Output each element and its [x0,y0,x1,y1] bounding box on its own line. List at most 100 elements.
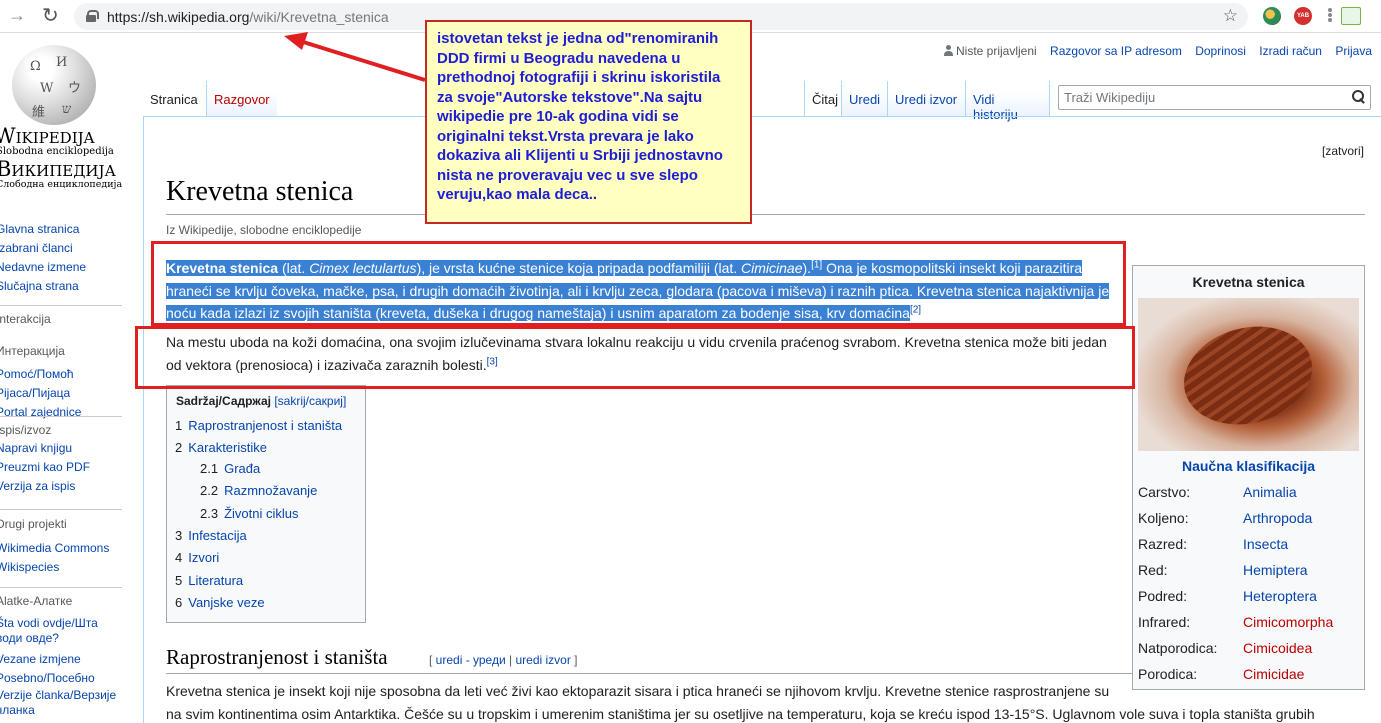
sidebar-heading-print: Ispis/izvoz [0,423,52,437]
toc-item[interactable]: 2.2 Razmnožavanje [200,483,317,498]
sidebar-tools: Alatke-Алатке Šta vodi ovdje/Шта води ов… [0,593,116,718]
taxon-redlink[interactable]: Cimicidae [1243,666,1304,682]
section-edit-source-link[interactable]: uredi izvor [515,653,570,667]
sidebar-divider [0,509,122,510]
sidebar-item-village-pump[interactable]: Pijaca/Пијаца [0,384,81,403]
url-text: https://sh.wikipedia.org/wiki/Krevetna_s… [107,9,389,25]
tab-article[interactable]: Stranica [143,81,206,117]
taxon-link[interactable]: Arthropoda [1243,510,1312,526]
sidebar-item-main-page[interactable]: Glavna stranica [0,220,86,239]
tab-history[interactable]: Vidi historiju [965,81,1050,122]
toc-item[interactable]: 2.3 Životni ciklus [200,506,299,521]
site-tagline: Iz Wikipedije, slobodne enciklopedije [166,223,362,237]
title-divider [166,214,1365,215]
toc-item[interactable]: 6 Vanjske veze [175,595,265,610]
sidebar-item-page-info-cont[interactable]: чланка [0,703,116,718]
menu-kebab-icon[interactable] [1326,7,1334,23]
page-title: Krevetna stenica [166,176,354,207]
section-edit-links: [ uredi - уреди | uredi izvor ] [429,653,578,667]
sidebar-heading-projects: Drugi projekti [0,517,67,531]
sidebar-item-pdf[interactable]: Preuzmi kao PDF [0,458,90,477]
table-of-contents: Sadržaj/Садржај [sakrij/сакриј] 1 Raprost… [166,385,366,623]
tab-edit-source-label: Uredi izvor [895,92,958,107]
tab-read[interactable]: Čitaj [804,81,841,117]
sidebar-divider [0,587,122,588]
taxon-link[interactable]: Animalia [1243,484,1297,500]
sidebar-item-community-portal[interactable]: Portal zajednice [0,403,81,422]
logo-wordmark-latin: Wikipedija [0,124,95,148]
sidebar-heading-interaction: Interakcija - Интеракција [0,312,65,358]
extension-yab-icon[interactable]: YAB [1294,7,1312,25]
tab-edit-label: Uredi [849,92,881,107]
taxobox-title: Krevetna stenica [1192,274,1305,290]
tab-talk-label: Razgovor [214,92,270,107]
notice-close[interactable]: [zatvori] [1322,144,1364,158]
toc-item[interactable]: 5 Literatura [175,573,243,588]
sidebar-item-printable[interactable]: Verzija za ispis [0,477,90,496]
toc-item[interactable]: 4 Izvori [175,550,219,565]
wikipedia-globe-logo[interactable]: ΩИ Wウ 維ש [12,45,96,125]
sidebar-item-featured[interactable]: Izabrani članci [0,239,86,258]
sidebar-interaction: Interakcija - Интеракција Pomoć/Помоћ Pi… [0,311,81,422]
tab-article-label: Stranica [150,92,198,107]
taxobox-subtitle[interactable]: Naučna klasifikacija [1133,458,1364,474]
bookmark-star-icon[interactable]: ☆ [1223,6,1238,26]
search-input[interactable] [1059,86,1339,108]
logo-tagline-cyrillic: Слободна енциклопедија [0,179,123,190]
forward-arrow-icon[interactable]: → [8,5,26,26]
bedbug-image[interactable] [1138,298,1359,451]
section-heading: Raprostranjenost i staništa [166,645,388,669]
toc-toggle[interactable]: [sakrij/сакриј] [274,394,346,408]
sidebar-item-what-links-here[interactable]: Šta vodi ovdje/Шта [0,616,116,631]
logo-wordmark-cyrillic: Википедија [0,157,116,181]
logo-tagline-latin: Slobodna enciklopedija [0,146,114,157]
lock-icon [86,10,99,22]
reload-icon[interactable]: ↻ [42,3,59,28]
annotation-callout: istovetan tekst je jedna od"renomiranih … [425,20,752,224]
sidebar-heading-tools: Alatke-Алатке [0,594,73,608]
sidebar-projects: Drugi projekti Wikimedia Commons Wikispe… [0,516,109,577]
sidebar-navigation: Glavna stranica Izabrani članci Nedavne … [0,220,86,296]
sidebar-item-related-changes[interactable]: Vezane izmjene [0,650,116,669]
sidebar-item-book[interactable]: Napravi knjigu [0,439,90,458]
taxon-redlink[interactable]: Cimicoidea [1243,640,1312,656]
tab-talk[interactable]: Razgovor [206,81,277,117]
sidebar-print: Ispis/izvoz Napravi knjigu Preuzmi kao P… [0,422,90,496]
taxon-redlink[interactable]: Cimicomorpha [1243,614,1333,630]
highlight-box-second [135,326,1135,389]
search-icon[interactable] [1352,90,1364,102]
sidebar-divider [0,416,122,417]
toc-item[interactable]: 3 Infestacija [175,528,247,543]
tab-edit-source[interactable]: Uredi izvor [887,81,965,117]
highlight-box-intro [151,241,1126,326]
tab-read-label: Čitaj [812,92,839,107]
tab-edit[interactable]: Uredi [841,81,887,117]
personal-tools: Niste prijavljeni Razgovor sa IP adresom… [943,44,1372,58]
sidebar-item-special-pages[interactable]: Posebno/Посебно [0,669,116,688]
sidebar-item-commons[interactable]: Wikimedia Commons [0,539,109,558]
sidebar-item-random[interactable]: Slučajna strana [0,277,86,296]
notice-close-label[interactable]: zatvori [1325,144,1360,158]
toc-item[interactable]: 2 Karakteristike [175,440,267,455]
not-logged-in-text: Niste prijavljeni [955,44,1037,58]
sidebar-item-what-links-here-cont[interactable]: води овде? [0,631,116,646]
login-link[interactable]: Prijava [1335,44,1372,58]
create-account-link[interactable]: Izradi račun [1259,44,1322,58]
sidebar-item-recent-changes[interactable]: Nedavne izmene [0,258,86,277]
sidebar-item-help[interactable]: Pomoć/Помоћ [0,365,81,384]
sidebar-divider [0,305,122,306]
section-edit-link[interactable]: uredi - уреди [436,653,506,667]
taxon-link[interactable]: Insecta [1243,536,1288,552]
taxon-link[interactable]: Heteroptera [1243,588,1317,604]
extension-screenshot-icon[interactable] [1341,7,1361,25]
sidebar-item-wikispecies[interactable]: Wikispecies [0,558,109,577]
sidebar-item-page-info[interactable]: Verzije članka/Верзије [0,688,116,703]
search-box[interactable] [1058,85,1371,110]
contributions-link[interactable]: Doprinosi [1195,44,1246,58]
toc-item[interactable]: 1 Raprostranjenost i staništa [175,418,342,433]
toc-item[interactable]: 2.1 Građa [200,461,260,476]
toc-title: Sadržaj/Садржај [sakrij/сакриј] [176,394,347,408]
extension-globe-icon[interactable] [1263,7,1281,25]
taxon-link[interactable]: Hemiptera [1243,562,1308,578]
talk-ip-link[interactable]: Razgovor sa IP adresom [1050,44,1182,58]
